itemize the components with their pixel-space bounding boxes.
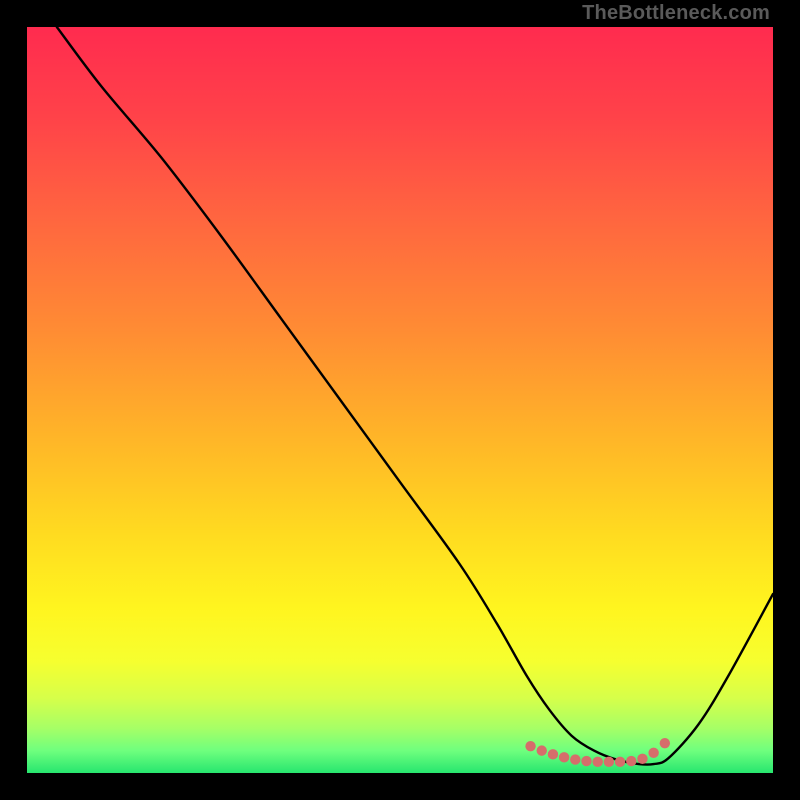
marker-dot [604,757,614,767]
marker-dot [570,754,580,764]
marker-dot [660,738,670,748]
chart-frame: TheBottleneck.com [0,0,800,800]
marker-dot [548,749,558,759]
marker-dot [615,757,625,767]
marker-dot [525,741,535,751]
marker-dot [581,756,591,766]
marker-dot [537,745,547,755]
marker-dot [637,754,647,764]
curve-layer [27,27,773,773]
marker-dot [626,756,636,766]
marker-dot [648,748,658,758]
marker-dot [592,757,602,767]
marker-dot [559,752,569,762]
bottleneck-curve [57,27,773,765]
watermark-text: TheBottleneck.com [582,2,770,25]
plot-area [27,27,773,773]
